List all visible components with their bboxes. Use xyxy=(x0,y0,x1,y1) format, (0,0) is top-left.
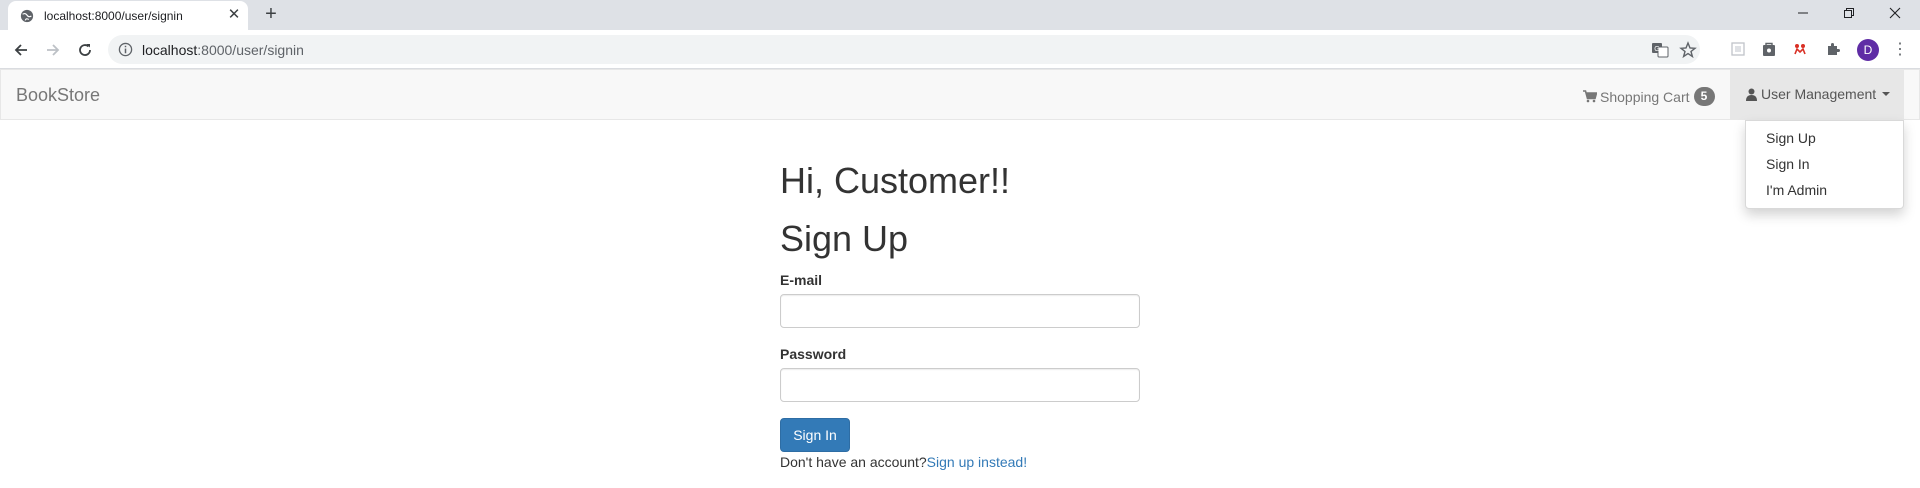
cart-count-badge: 5 xyxy=(1693,87,1715,106)
shopping-cart-icon xyxy=(1583,90,1597,103)
browser-tabstrip: localhost:8000/user/signin ✕ + xyxy=(0,0,1920,30)
user-icon xyxy=(1746,88,1757,101)
page-title: Sign Up xyxy=(780,218,909,259)
reload-icon[interactable] xyxy=(73,38,97,62)
sign-in-button[interactable]: Sign In xyxy=(780,418,850,452)
tab-title: localhost:8000/user/signin xyxy=(44,9,183,23)
greeting-heading: Hi, Customer!! xyxy=(780,160,1011,201)
globe-icon xyxy=(20,9,34,23)
browser-toolbar: localhost:8000/user/signin G xyxy=(0,30,1920,69)
window-minimize-button[interactable] xyxy=(1780,0,1826,26)
window-restore-button[interactable] xyxy=(1826,0,1872,26)
svg-text:G: G xyxy=(1654,46,1659,53)
extensions-puzzle-icon[interactable] xyxy=(1823,39,1843,59)
extension-doc-icon[interactable] xyxy=(1728,39,1748,59)
info-icon[interactable] xyxy=(118,42,133,57)
dropdown-item-sign-in[interactable]: Sign In xyxy=(1766,156,1810,172)
profile-avatar[interactable]: D xyxy=(1857,39,1879,61)
tab-close-icon[interactable]: ✕ xyxy=(226,7,242,23)
dropdown-item-admin[interactable]: I'm Admin xyxy=(1766,182,1827,198)
dropdown-item-sign-up[interactable]: Sign Up xyxy=(1766,130,1816,146)
email-label: E-mail xyxy=(780,272,823,288)
window-close-button[interactable] xyxy=(1872,0,1918,26)
translate-icon[interactable]: G xyxy=(1650,40,1670,60)
user-management-toggle[interactable]: User Management xyxy=(1730,69,1904,120)
url-text: localhost:8000/user/signin xyxy=(142,42,304,58)
signup-prompt: Don't have an account?Sign up instead! xyxy=(780,454,1027,470)
bookmark-star-icon[interactable] xyxy=(1678,40,1698,60)
user-management-label: User Management xyxy=(1761,86,1877,102)
extension-bag-icon[interactable] xyxy=(1759,39,1779,59)
back-arrow-icon[interactable] xyxy=(9,38,33,62)
site-navbar: BookStore Shopping Cart 5 User Managemen… xyxy=(0,69,1920,120)
shopping-cart-label: Shopping Cart xyxy=(1600,88,1690,105)
forward-arrow-icon[interactable] xyxy=(41,38,65,62)
new-tab-icon[interactable]: + xyxy=(260,4,282,26)
extension-red-icon[interactable] xyxy=(1790,39,1810,59)
shopping-cart-link[interactable]: Shopping Cart 5 xyxy=(1583,87,1715,106)
browser-tab[interactable]: localhost:8000/user/signin ✕ xyxy=(8,1,248,30)
browser-menu-icon[interactable]: ⋮ xyxy=(1890,39,1910,61)
brand-link[interactable]: BookStore xyxy=(16,85,100,106)
no-account-text: Don't have an account? xyxy=(780,454,927,470)
password-label: Password xyxy=(780,346,847,362)
address-bar[interactable]: localhost:8000/user/signin G xyxy=(108,35,1700,64)
password-field[interactable] xyxy=(780,368,1140,402)
caret-down-icon xyxy=(1882,92,1891,96)
email-field[interactable] xyxy=(780,294,1140,328)
user-management-dropdown: Sign Up Sign In I'm Admin xyxy=(1745,120,1904,209)
sign-up-instead-link[interactable]: Sign up instead! xyxy=(927,454,1027,470)
